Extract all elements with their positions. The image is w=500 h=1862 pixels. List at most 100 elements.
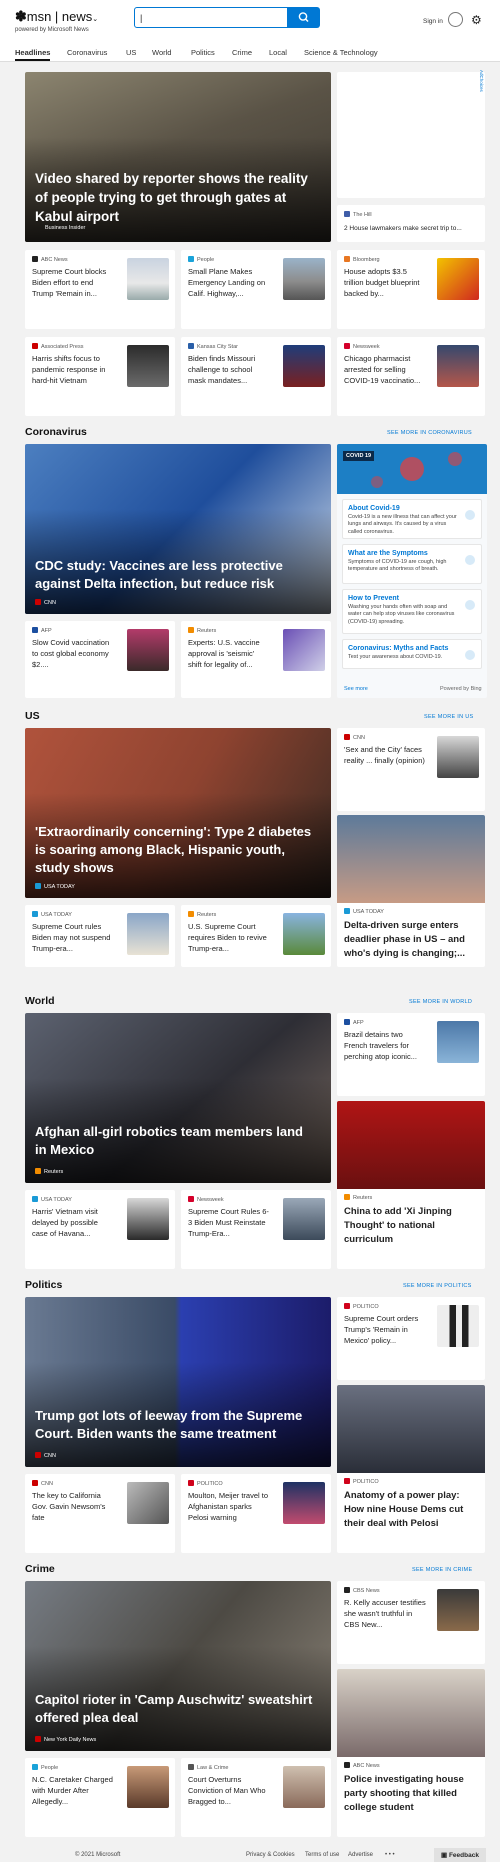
world-hero-card[interactable]: Afghan all-girl robotics team members la… — [25, 1013, 331, 1183]
sign-in-link[interactable]: Sign in — [423, 18, 443, 25]
news-card-large[interactable]: USA TODAY Delta-driven surge enters dead… — [337, 815, 485, 967]
more-options-icon[interactable]: • • • — [385, 1852, 395, 1858]
tab-coronavirus[interactable]: Coronavirus — [67, 48, 107, 57]
news-thumbnail — [337, 1385, 485, 1473]
news-thumbnail — [283, 913, 325, 955]
news-card[interactable]: Reuters Experts: U.S. vaccine approval i… — [181, 621, 331, 698]
source-logo-icon — [35, 599, 41, 605]
copyright: © 2021 Microsoft — [75, 1852, 121, 1858]
see-more-coronavirus-link[interactable]: SEE MORE IN CORONAVIRUS — [387, 430, 472, 436]
source-logo-icon — [35, 1736, 41, 1742]
hero-title: Afghan all-girl robotics team members la… — [35, 1124, 303, 1158]
side-news-card[interactable]: The Hill 2 House lawmakers make secret t… — [337, 205, 485, 242]
source-logo-icon — [32, 256, 38, 262]
covid-myths-item[interactable]: Coronavirus: Myths and Facts Test your aw… — [342, 639, 482, 669]
crime-hero-card[interactable]: Capitol rioter in 'Camp Auschwitz' sweat… — [25, 1581, 331, 1751]
gear-icon[interactable]: ⚙ — [471, 13, 482, 27]
news-thumbnail — [437, 1021, 479, 1063]
news-card[interactable]: ABC News Supreme Court blocks Biden effo… — [25, 250, 175, 329]
news-card[interactable]: USA TODAY Harris' Vietnam visit delayed … — [25, 1190, 175, 1269]
news-card[interactable]: AFP Slow Covid vaccination to cost globa… — [25, 621, 175, 698]
covid-prevent-item[interactable]: How to Prevent Washing your hands often w… — [342, 589, 482, 634]
news-card[interactable]: Newsweek Supreme Court Rules 6-3 Biden M… — [181, 1190, 331, 1269]
tab-local[interactable]: Local — [269, 48, 287, 57]
feedback-button[interactable]: ▣ Feedback — [434, 1848, 486, 1862]
news-thumbnail — [127, 913, 169, 955]
terms-link[interactable]: Terms of use — [305, 1852, 339, 1858]
tab-headlines[interactable]: Headlines — [15, 48, 51, 61]
us-hero-card[interactable]: 'Extraordinarily concerning': Type 2 dia… — [25, 728, 331, 898]
news-thumbnail — [127, 345, 169, 387]
news-card[interactable]: POLITICO Supreme Court orders Trump's 'R… — [337, 1297, 485, 1380]
news-card-large[interactable]: Reuters China to add 'Xi Jinping Thought… — [337, 1101, 485, 1269]
section-heading-coronavirus[interactable]: Coronavirus — [25, 426, 87, 438]
news-thumbnail — [127, 1198, 169, 1240]
source-logo-icon — [188, 1480, 194, 1486]
covid-symptoms-item[interactable]: What are the Symptoms Symptoms of COVID-1… — [342, 544, 482, 584]
ad-choices-label[interactable]: AdChoices — [479, 70, 484, 92]
category-nav: Headlines Coronavirus US World Politics … — [0, 43, 500, 62]
news-thumbnail — [437, 345, 479, 387]
news-card[interactable]: POLITICO Moulton, Meijer travel to Afgha… — [181, 1474, 331, 1553]
see-more-politics-link[interactable]: SEE MORE IN POLITICS — [403, 1283, 472, 1289]
source-logo-icon — [188, 343, 194, 349]
see-more-world-link[interactable]: SEE MORE IN WORLD — [409, 999, 472, 1005]
news-card[interactable]: Reuters U.S. Supreme Court requires Bide… — [181, 905, 331, 967]
news-thumbnail — [337, 815, 485, 903]
search-input[interactable]: | — [134, 7, 288, 28]
source-logo-icon — [344, 1587, 350, 1593]
news-thumbnail — [283, 1766, 325, 1808]
news-thumbnail — [437, 736, 479, 778]
hero-title: Trump got lots of leeway from the Suprem… — [35, 1408, 303, 1442]
msn-logo[interactable]: ✽msn | news⌄ — [15, 8, 98, 25]
covid-see-more-link[interactable]: See more — [344, 686, 368, 692]
source-logo-icon — [35, 883, 41, 889]
section-heading-us[interactable]: US — [25, 710, 40, 722]
search-button[interactable] — [288, 7, 320, 28]
source-logo-icon — [35, 1168, 41, 1174]
news-card[interactable]: Newsweek Chicago pharmacist arrested for… — [337, 337, 485, 416]
news-card[interactable]: Law & Crime Court Overturns Conviction o… — [181, 1758, 331, 1837]
handwash-icon — [465, 600, 475, 610]
headline-hero-card[interactable]: Video shared by reporter shows the reali… — [25, 72, 331, 242]
section-heading-world[interactable]: World — [25, 995, 55, 1007]
tab-crime[interactable]: Crime — [232, 48, 252, 57]
news-card[interactable]: CBS News R. Kelly accuser testifies she … — [337, 1581, 485, 1664]
news-card[interactable]: Bloomberg House adopts $3.5 trillion bud… — [337, 250, 485, 329]
news-card[interactable]: USA TODAY Supreme Court rules Biden may … — [25, 905, 175, 967]
news-thumbnail — [283, 258, 325, 300]
tab-us[interactable]: US — [126, 48, 136, 57]
news-card[interactable]: People N.C. Caretaker Charged with Murde… — [25, 1758, 175, 1837]
source-logo-icon — [32, 1764, 38, 1770]
news-thumbnail — [437, 1589, 479, 1631]
tab-politics[interactable]: Politics — [191, 48, 215, 57]
news-card-large[interactable]: POLITICO Anatomy of a power play: How ni… — [337, 1385, 485, 1553]
news-thumbnail — [127, 1482, 169, 1524]
source-logo-icon — [344, 1019, 350, 1025]
tab-science-technology[interactable]: Science & Technology — [304, 48, 378, 57]
news-card[interactable]: Kansas City Star Biden finds Missouri ch… — [181, 337, 331, 416]
advertise-link[interactable]: Advertise — [348, 1852, 373, 1858]
tab-world[interactable]: World — [152, 48, 171, 57]
avatar-icon[interactable] — [448, 12, 463, 27]
see-more-us-link[interactable]: SEE MORE IN US — [424, 714, 473, 720]
see-more-crime-link[interactable]: SEE MORE IN CRIME — [412, 1567, 472, 1573]
news-thumbnail — [127, 258, 169, 300]
news-card[interactable]: CNN The key to California Gov. Gavin New… — [25, 1474, 175, 1553]
politics-hero-card[interactable]: Trump got lots of leeway from the Suprem… — [25, 1297, 331, 1467]
section-heading-politics[interactable]: Politics — [25, 1279, 62, 1291]
privacy-link[interactable]: Privacy & Cookies — [246, 1852, 295, 1858]
news-card[interactable]: People Small Plane Makes Emergency Landi… — [181, 250, 331, 329]
news-card[interactable]: AFP Brazil detains two French travelers … — [337, 1013, 485, 1096]
covid-about-item[interactable]: About Covid-19 Covid-19 is a new illness … — [342, 499, 482, 539]
news-card[interactable]: Associated Press Harris shifts focus to … — [25, 337, 175, 416]
hero-title: Video shared by reporter shows the reali… — [35, 171, 308, 224]
section-heading-crime[interactable]: Crime — [25, 1563, 55, 1575]
coronavirus-hero-card[interactable]: CDC study: Vaccines are less protective … — [25, 444, 331, 614]
butterfly-icon: ✽ — [15, 8, 27, 24]
news-card[interactable]: CNN 'Sex and the City' faces reality ...… — [337, 728, 485, 811]
source-logo-icon — [32, 911, 38, 917]
ad-slot[interactable] — [337, 72, 485, 198]
news-card-large[interactable]: ABC News Police investigating house part… — [337, 1669, 485, 1837]
source-logo-icon — [344, 734, 350, 740]
